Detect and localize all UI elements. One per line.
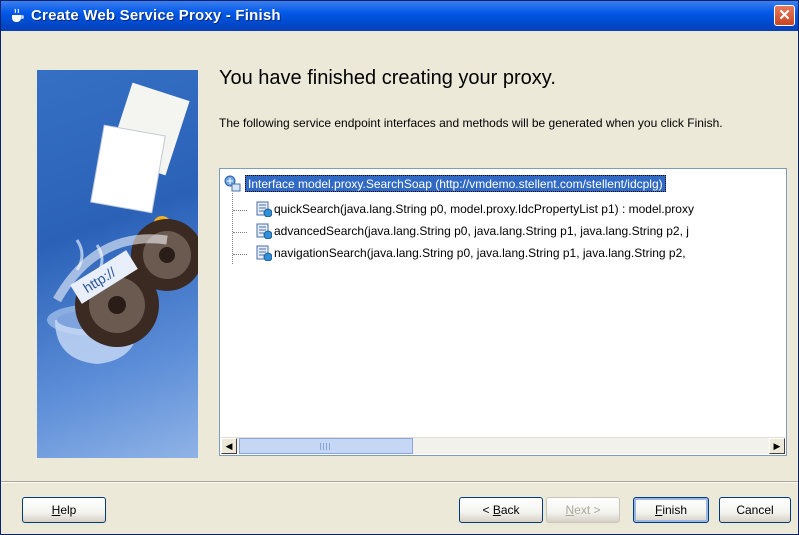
back-prefix: < [482, 503, 493, 517]
tree-root-node[interactable]: Interface model.proxy.SearchSoap (http:/… [224, 175, 666, 193]
tree-connector [233, 232, 247, 233]
method-node-icon [256, 201, 273, 218]
tree-method-label[interactable]: advancedSearch(java.lang.String p0, java… [274, 223, 689, 240]
chevron-left-icon: ◀ [225, 441, 233, 451]
wizard-illustration: http:// [37, 70, 198, 458]
tree-connector [233, 254, 247, 255]
close-button[interactable]: ✕ [774, 5, 795, 26]
coffee-cup-icon [12, 8, 24, 22]
button-separator [1, 481, 798, 483]
finish-label: inish [662, 503, 688, 517]
illustration-art: http:// [47, 82, 198, 364]
scroll-left-button[interactable]: ◀ [221, 438, 237, 454]
tree-method-label[interactable]: quickSearch(java.lang.String p0, model.p… [274, 201, 694, 218]
cancel-button[interactable]: Cancel [719, 497, 791, 523]
next-button[interactable]: Next > [546, 497, 620, 523]
method-node-icon [256, 223, 273, 240]
tree-method-node[interactable]: advancedSearch(java.lang.String p0, java… [256, 223, 689, 241]
tree-method-label[interactable]: navigationSearch(java.lang.String p0, ja… [274, 245, 686, 262]
scroll-right-button[interactable]: ▶ [769, 438, 785, 454]
finish-button[interactable]: Finish [633, 497, 709, 523]
tree-root-label[interactable]: Interface model.proxy.SearchSoap (http:/… [245, 175, 666, 192]
page-description: The following service endpoint interface… [219, 116, 723, 130]
grip-icon [320, 443, 332, 450]
close-icon: ✕ [778, 7, 791, 24]
window-title: Create Web Service Proxy - Finish [31, 7, 281, 24]
dialog-window: Create Web Service Proxy - Finish ✕ http… [0, 0, 799, 535]
horizontal-scrollbar[interactable]: ◀ ▶ [221, 437, 785, 454]
tree-method-node[interactable]: navigationSearch(java.lang.String p0, ja… [256, 245, 686, 263]
back-button[interactable]: < Back [459, 497, 543, 523]
interfaces-tree[interactable]: Interface model.proxy.SearchSoap (http:/… [219, 168, 787, 456]
help-label: elp [60, 503, 77, 517]
help-button[interactable]: Help [22, 497, 106, 523]
next-mnemonic: N [565, 503, 575, 517]
chevron-right-icon: ▶ [773, 441, 781, 451]
back-label: ack [500, 503, 520, 517]
title-bar[interactable]: Create Web Service Proxy - Finish ✕ [1, 1, 798, 31]
interface-node-icon [224, 175, 241, 192]
next-label: ext > [574, 503, 601, 517]
scrollbar-thumb[interactable] [239, 438, 413, 454]
cancel-label: Cancel [736, 503, 774, 517]
back-mnemonic: B [492, 503, 501, 517]
tree-method-node[interactable]: quickSearch(java.lang.String p0, model.p… [256, 201, 694, 219]
method-node-icon [256, 245, 273, 262]
tree-connector [233, 210, 247, 211]
page-heading: You have finished creating your proxy. [219, 67, 556, 89]
